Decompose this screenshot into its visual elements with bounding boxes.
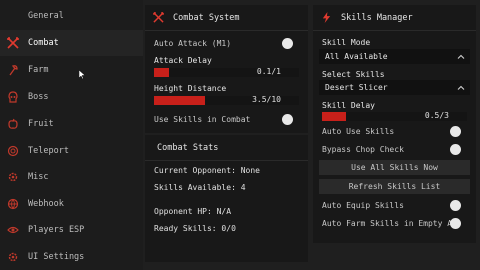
skills-manager-header: Skills Manager: [313, 5, 476, 31]
height-distance-value: 3.5/10: [252, 95, 281, 104]
combat-system-panel: Combat System Auto Attack (M1) Attack De…: [145, 5, 308, 133]
sidebar-item-label: Fruit: [28, 119, 54, 129]
chevron-up-icon: [457, 85, 465, 90]
attack-delay-label: Attack Delay: [154, 55, 212, 65]
lightning-icon: [322, 12, 331, 23]
sidebar-item-combat[interactable]: Combat: [0, 30, 143, 56]
portal-icon: [7, 145, 19, 157]
height-distance-label-row: Height Distance: [154, 82, 299, 94]
attack-delay-label-row: Attack Delay: [154, 54, 299, 66]
skill-delay-label-row: Skill Delay: [322, 99, 467, 111]
use-skills-label: Use Skills in Combat: [154, 114, 251, 124]
globe-icon: [7, 198, 19, 210]
height-distance-fill: [154, 96, 205, 105]
combat-system-title: Combat System: [173, 12, 240, 23]
select-skills-value: Desert Slicer: [325, 83, 388, 92]
select-skills-label: Select Skills: [322, 69, 385, 79]
combat-stats-header: Combat Stats: [145, 135, 308, 161]
skill-delay-slider[interactable]: 0.5/3: [322, 111, 467, 121]
sidebar-item-label: Webhook: [28, 199, 64, 209]
axe-icon: [9, 65, 18, 76]
combat-stats-panel: Combat Stats Current Opponent: None Skil…: [145, 135, 308, 262]
sidebar-item-webhook[interactable]: Webhook: [0, 191, 143, 217]
sidebar-item-farm[interactable]: Farm: [0, 57, 143, 83]
sidebar-item-label: Boss: [28, 92, 49, 102]
apple-icon: [8, 118, 18, 129]
sidebar-item-label: Farm: [28, 65, 49, 75]
auto-use-skills-toggle[interactable]: [450, 125, 461, 137]
sidebar-item-label: Combat: [28, 38, 59, 48]
height-distance-label: Height Distance: [154, 83, 227, 93]
refresh-skills-button[interactable]: Refresh Skills List: [319, 179, 470, 194]
sidebar-item-misc[interactable]: Misc: [0, 164, 143, 190]
skills-manager-panel: Skills Manager Skill Mode All Available …: [313, 5, 476, 243]
chevron-up-icon: [457, 54, 465, 59]
attack-delay-slider[interactable]: 0.1/1: [154, 67, 299, 77]
auto-equip-toggle[interactable]: [450, 199, 461, 211]
height-distance-slider[interactable]: 3.5/10: [154, 95, 299, 105]
sidebar-item-label: UI Settings: [28, 252, 85, 262]
auto-equip-row[interactable]: Auto Equip Skills: [322, 199, 467, 211]
skill-delay-label: Skill Delay: [322, 100, 375, 110]
skull-icon: [8, 91, 18, 103]
auto-attack-label: Auto Attack (M1): [154, 38, 232, 48]
sidebar-item-general[interactable]: General: [0, 3, 143, 29]
eye-icon: [7, 226, 19, 234]
use-skills-row[interactable]: Use Skills in Combat: [154, 113, 299, 125]
crossed-swords-icon: [153, 12, 164, 23]
ready-skills-text: Ready Skills: 0/0: [154, 224, 236, 233]
sidebar-item-ui-settings[interactable]: UI Settings: [0, 244, 143, 270]
opponent-hp-text: Opponent HP: N/A: [154, 207, 232, 216]
auto-attack-toggle[interactable]: [282, 37, 293, 49]
skills-available-text: Skills Available: 4: [154, 183, 246, 192]
skill-mode-label-row: Skill Mode: [322, 36, 467, 48]
bypass-chop-row[interactable]: Bypass Chop Check: [322, 143, 467, 155]
sidebar-item-players-esp[interactable]: Players ESP: [0, 217, 143, 243]
skill-mode-label: Skill Mode: [322, 37, 371, 47]
auto-attack-row[interactable]: Auto Attack (M1): [154, 37, 299, 49]
sidebar-item-label: Players ESP: [28, 225, 85, 235]
use-skills-toggle[interactable]: [282, 113, 293, 125]
gear-icon: [8, 252, 18, 262]
skills-manager-title: Skills Manager: [341, 12, 413, 23]
mouse-cursor-icon: [79, 70, 86, 79]
current-opponent-text: Current Opponent: None: [154, 166, 260, 175]
sidebar: General Combat Farm Boss Fruit Teleport: [0, 0, 143, 270]
select-skills-dropdown[interactable]: Desert Slicer: [319, 80, 470, 95]
attack-delay-value: 0.1/1: [256, 67, 281, 76]
use-all-skills-button[interactable]: Use All Skills Now: [319, 160, 470, 175]
gear-icon: [8, 172, 18, 182]
crossed-swords-icon: [7, 37, 19, 49]
auto-equip-label: Auto Equip Skills: [322, 200, 404, 210]
auto-farm-empty-label: Auto Farm Skills in Empty A: [322, 218, 453, 228]
select-skills-label-row: Select Skills: [322, 68, 467, 80]
auto-farm-empty-toggle[interactable]: [450, 217, 461, 229]
auto-use-skills-row[interactable]: Auto Use Skills: [322, 125, 467, 137]
sidebar-item-teleport[interactable]: Teleport: [0, 138, 143, 164]
sidebar-item-label: General: [28, 11, 64, 21]
auto-farm-empty-row[interactable]: Auto Farm Skills in Empty A: [322, 217, 467, 229]
skill-mode-dropdown[interactable]: All Available: [319, 49, 470, 64]
skill-mode-value: All Available: [325, 52, 388, 61]
skill-delay-fill: [322, 112, 347, 121]
skill-delay-value: 0.5/3: [424, 111, 449, 120]
bypass-chop-toggle[interactable]: [450, 143, 461, 155]
combat-stats-title: Combat Stats: [157, 142, 219, 153]
attack-delay-fill: [154, 68, 169, 77]
sidebar-item-fruit[interactable]: Fruit: [0, 111, 143, 137]
combat-system-header: Combat System: [145, 5, 308, 31]
bypass-chop-label: Bypass Chop Check: [322, 144, 404, 154]
auto-use-skills-label: Auto Use Skills: [322, 126, 395, 136]
sidebar-item-label: Teleport: [28, 146, 69, 156]
sidebar-item-boss[interactable]: Boss: [0, 84, 143, 110]
sidebar-item-label: Misc: [28, 172, 49, 182]
